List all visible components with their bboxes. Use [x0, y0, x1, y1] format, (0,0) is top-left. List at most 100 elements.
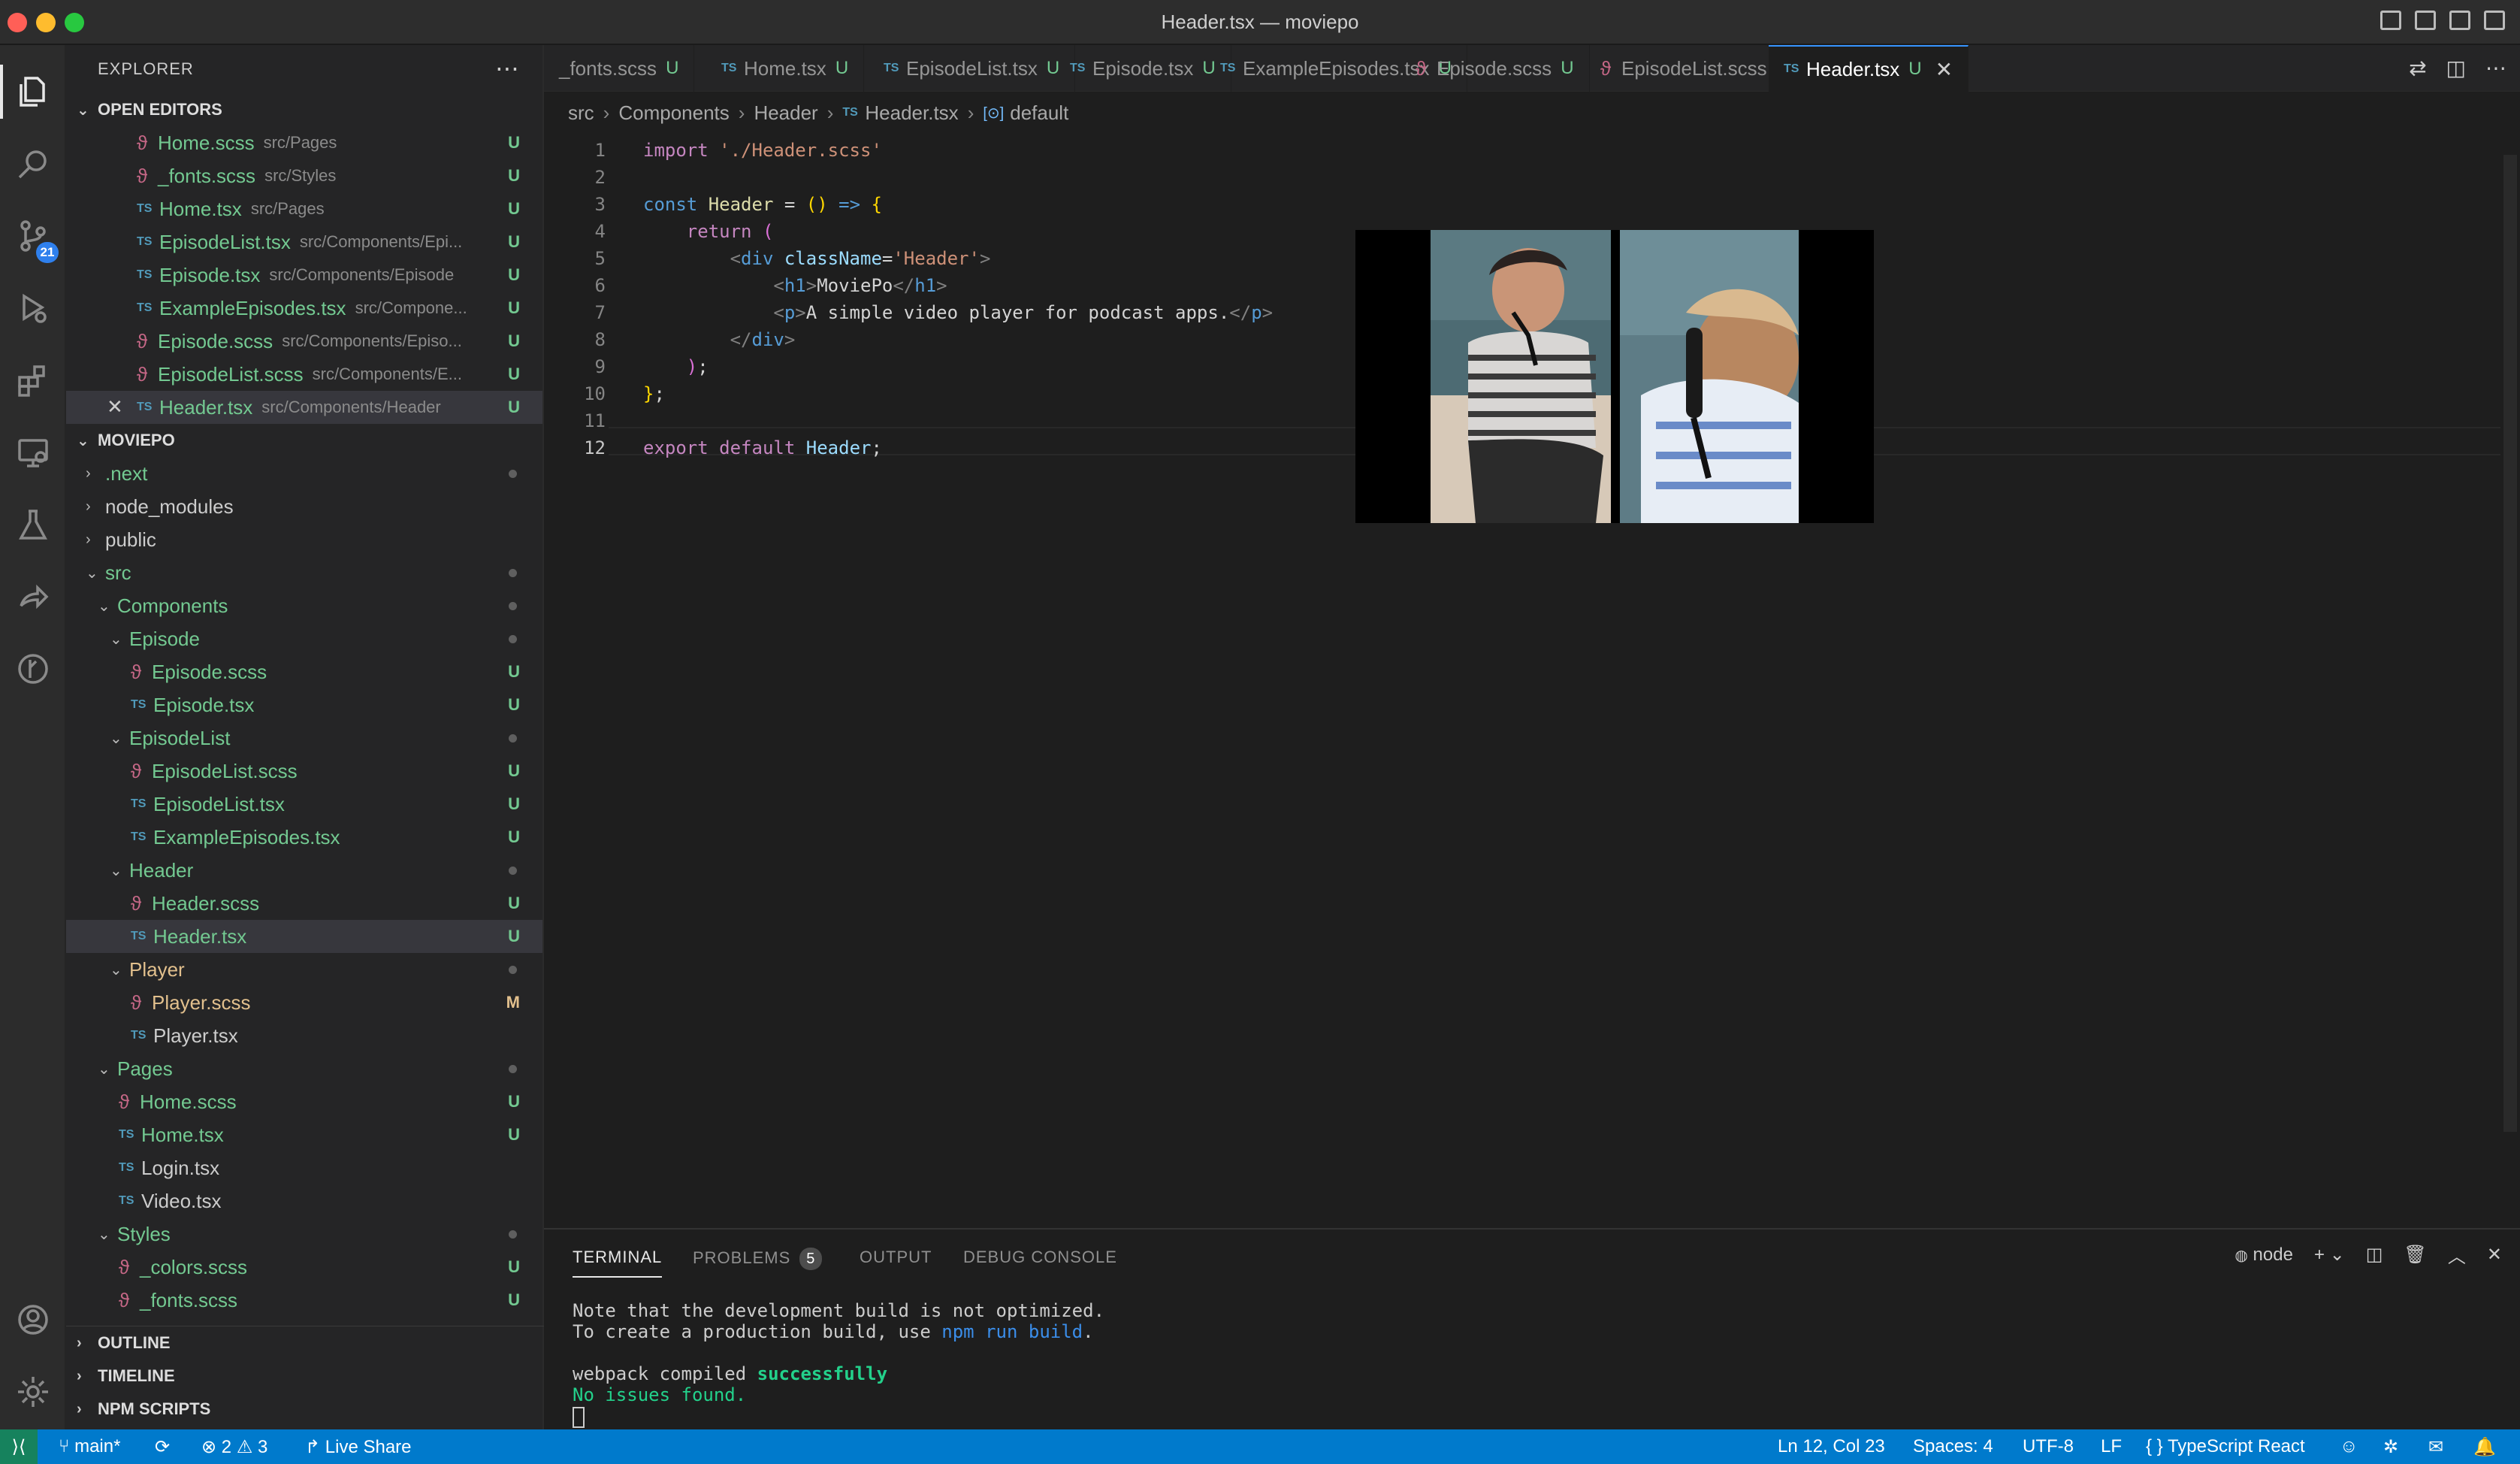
folder-item[interactable]: ⌄ Components [66, 589, 542, 622]
breadcrumb-components[interactable]: Components [618, 101, 729, 125]
encoding[interactable]: UTF-8 [2023, 1436, 2074, 1457]
file-item[interactable]: TS Video.tsx [66, 1184, 542, 1217]
run-debug-icon[interactable] [0, 275, 66, 341]
notifications-bell-icon[interactable]: 🔔 [2473, 1436, 2496, 1458]
open-editor-item[interactable]: ϑ Home.scss src/Pages U [66, 126, 542, 159]
feedback-icon[interactable]: ✉ [2428, 1436, 2443, 1458]
tab-output[interactable]: OUTPUT [860, 1248, 932, 1267]
file-item[interactable]: ϑ Header.scss U [66, 887, 542, 920]
kill-terminal-icon[interactable]: 🗑 [2404, 1244, 2426, 1266]
copilot-icon[interactable]: ☺ [2340, 1436, 2358, 1457]
folder-item[interactable]: ⌄ Styles [66, 1217, 542, 1251]
explorer-icon[interactable] [0, 59, 66, 125]
new-terminal-icon[interactable]: + ⌄ [2314, 1244, 2345, 1266]
editor-tab[interactable]: TS Home.tsx U [706, 45, 865, 92]
testing-icon[interactable] [0, 492, 66, 558]
split-terminal-icon[interactable]: ◫ [2366, 1244, 2383, 1266]
file-item[interactable]: ϑ EpisodeList.scss U [66, 755, 542, 788]
maximize-panel-icon[interactable]: ︿ [2448, 1242, 2466, 1268]
editor-tab[interactable]: TS Header.tsx U ✕ [1769, 45, 1969, 92]
tab-debug-console[interactable]: DEBUG CONSOLE [963, 1248, 1117, 1267]
git-graph-icon[interactable] [0, 636, 66, 702]
editor-tab[interactable]: _fonts.scss U [544, 45, 695, 92]
file-item[interactable]: ϑ Home.scss U [66, 1085, 542, 1118]
folder-item[interactable]: › node_modules [66, 490, 542, 523]
extensions-icon[interactable] [0, 347, 66, 413]
git-status-badge: U [508, 199, 520, 218]
outline-section-header[interactable]: › OUTLINE [66, 1326, 544, 1360]
open-editor-item[interactable]: TS Home.tsx src/Pages U [66, 192, 542, 225]
project-section-header[interactable]: ⌄ MOVIEPO [66, 424, 542, 457]
problems-indicator[interactable]: ⊗ 2 ⚠ 3 [201, 1436, 267, 1458]
search-icon[interactable] [0, 131, 66, 197]
cursor-position[interactable]: Ln 12, Col 23 [1778, 1436, 1885, 1457]
remote-indicator-icon[interactable]: ⟩⟨ [0, 1429, 38, 1464]
folder-item[interactable]: ⌄ Pages [66, 1052, 542, 1085]
breadcrumb-file[interactable]: Header.tsx [865, 101, 958, 125]
sync-icon[interactable]: ⟳ [155, 1436, 170, 1458]
file-item[interactable]: ϑ Player.scss M [66, 986, 542, 1019]
folder-item[interactable]: ⌄ EpisodeList [66, 721, 542, 755]
timeline-section-header[interactable]: › TIMELINE [66, 1360, 544, 1393]
editor-tab[interactable]: ϑ Episode.scss U [1401, 45, 1590, 92]
breadcrumb-symbol[interactable]: default [1010, 101, 1068, 125]
picture-in-picture-video[interactable] [1355, 230, 1874, 523]
open-editor-item[interactable]: ϑ EpisodeList.scss src/Components/E... U [66, 358, 542, 391]
manage-gear-icon[interactable] [0, 1359, 66, 1425]
close-icon[interactable]: ✕ [107, 395, 123, 419]
close-tab-icon[interactable]: ✕ [1935, 57, 1953, 82]
file-item[interactable]: TS ExampleEpisodes.tsx U [66, 821, 542, 854]
editor-scrollbar[interactable] [2500, 132, 2520, 1227]
line-ending[interactable]: LF [2101, 1436, 2122, 1457]
toggle-panel-icon[interactable] [2415, 11, 2436, 30]
settings-sync-icon[interactable]: ✲ [2383, 1436, 2398, 1458]
file-item[interactable]: TS EpisodeList.tsx U [66, 788, 542, 821]
split-editor-icon[interactable]: ◫ [2446, 56, 2466, 80]
open-editors-section-header[interactable]: ⌄ OPEN EDITORS [66, 93, 542, 126]
tab-terminal[interactable]: TERMINAL [573, 1248, 663, 1278]
source-control-icon[interactable]: 21 [0, 203, 66, 269]
remote-explorer-icon[interactable] [0, 419, 66, 485]
more-actions-icon[interactable]: ⋯ [495, 54, 520, 83]
file-item[interactable]: TS Login.tsx [66, 1151, 542, 1184]
open-editor-item[interactable]: ϑ _fonts.scss src/Styles U [66, 159, 542, 192]
live-share-button[interactable]: ↱ Live Share [305, 1436, 412, 1458]
live-share-icon[interactable] [0, 564, 66, 630]
more-actions-icon[interactable]: ⋯ [2485, 56, 2506, 80]
file-item[interactable]: TS Home.tsx U [66, 1118, 542, 1151]
file-name: Episode.tsx [153, 693, 255, 716]
breadcrumb-header-folder[interactable]: Header [754, 101, 817, 125]
npm-scripts-section-header[interactable]: › NPM SCRIPTS [66, 1393, 544, 1426]
branch-indicator[interactable]: ⑂ main* [59, 1436, 120, 1457]
toggle-primary-sidebar-icon[interactable] [2380, 11, 2401, 30]
folder-item[interactable]: ⌄ Player [66, 953, 542, 986]
folder-item[interactable]: ⌄ Header [66, 854, 542, 887]
file-item[interactable]: ϑ _fonts.scss U [66, 1284, 542, 1317]
file-item[interactable]: ϑ _colors.scss U [66, 1251, 542, 1284]
indentation[interactable]: Spaces: 4 [1913, 1436, 1993, 1457]
folder-item[interactable]: ⌄ src [66, 556, 542, 589]
file-item[interactable]: TS Header.tsx U [66, 920, 542, 953]
accounts-icon[interactable] [0, 1287, 66, 1353]
customize-layout-icon[interactable] [2484, 11, 2505, 30]
open-editor-item[interactable]: ϑ Episode.scss src/Components/Episo... U [66, 325, 542, 358]
file-item[interactable]: TS Player.tsx [66, 1019, 542, 1052]
file-item[interactable]: ϑ Episode.scss U [66, 655, 542, 688]
toggle-secondary-sidebar-icon[interactable] [2449, 11, 2470, 30]
close-panel-icon[interactable]: ✕ [2487, 1244, 2502, 1266]
breadcrumb-src[interactable]: src [568, 101, 594, 125]
open-editor-item[interactable]: TS Episode.tsx src/Components/Episode U [66, 259, 542, 292]
open-editor-item[interactable]: TS ExampleEpisodes.tsx src/Compone... U [66, 292, 542, 325]
language-mode[interactable]: { } TypeScript React [2146, 1436, 2305, 1457]
file-item[interactable]: TS Episode.tsx U [66, 688, 542, 721]
line-number: 9 [594, 356, 606, 377]
folder-item[interactable]: ⌄ Episode [66, 622, 542, 655]
open-changes-icon[interactable]: ⇄ [2409, 56, 2426, 80]
open-editor-item[interactable]: ✕ TS Header.tsx src/Components/Header U [66, 391, 542, 424]
open-editor-item[interactable]: TS EpisodeList.tsx src/Components/Epi... U [66, 225, 542, 259]
tab-problems[interactable]: PROBLEMS 5 [693, 1248, 823, 1270]
terminal-shell-selector[interactable]: ◍ node [2234, 1245, 2293, 1266]
folder-item[interactable]: › .next [66, 457, 542, 490]
folder-item[interactable]: › public [66, 523, 542, 556]
editor-tab[interactable]: TS EpisodeList.tsx U [869, 45, 1076, 92]
